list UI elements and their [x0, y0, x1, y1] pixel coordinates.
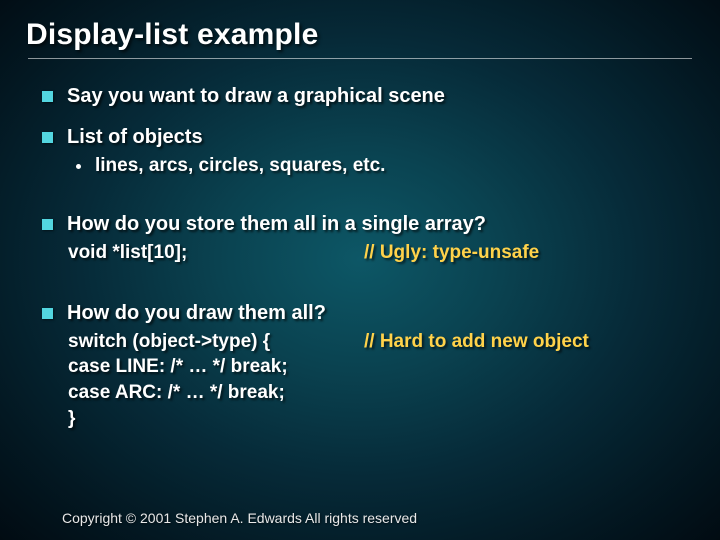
list-item: How do you store them all in a single ar…: [42, 213, 692, 266]
dot-bullet-icon: [76, 164, 81, 169]
sub-bullet-list: lines, arcs, circles, squares, etc.: [42, 155, 692, 177]
code-text: case ARC: /* … */ break;: [68, 380, 285, 406]
code-block: void *list[10]; // Ugly: type-unsafe: [68, 240, 692, 266]
bullet-text: How do you store them all in a single ar…: [67, 213, 486, 236]
list-item: Say you want to draw a graphical scene: [42, 85, 692, 108]
list-item: How do you draw them all? switch (object…: [42, 302, 692, 432]
square-bullet-icon: [42, 91, 53, 102]
bullet-text: How do you draw them all?: [67, 302, 326, 325]
code-text: switch (object->type) {: [68, 329, 364, 355]
list-item: List of objects lines, arcs, circles, sq…: [42, 126, 692, 177]
title-underline: [28, 58, 692, 59]
bullet-list: Say you want to draw a graphical scene L…: [28, 85, 692, 431]
code-text: void *list[10];: [68, 240, 364, 266]
bullet-text: List of objects: [67, 126, 203, 149]
spacer: [42, 284, 692, 302]
square-bullet-icon: [42, 308, 53, 319]
square-bullet-icon: [42, 219, 53, 230]
list-item: lines, arcs, circles, squares, etc.: [76, 155, 692, 177]
code-comment: // Hard to add new object: [364, 329, 589, 355]
code-text: }: [68, 406, 75, 432]
spacer: [42, 195, 692, 213]
slide: Display-list example Say you want to dra…: [0, 0, 720, 540]
sub-bullet-text: lines, arcs, circles, squares, etc.: [95, 155, 385, 177]
slide-title: Display-list example: [26, 18, 692, 52]
code-block: switch (object->type) { // Hard to add n…: [68, 329, 692, 432]
copyright-text: Copyright © 2001 Stephen A. Edwards All …: [62, 510, 417, 526]
bullet-text: Say you want to draw a graphical scene: [67, 85, 445, 108]
square-bullet-icon: [42, 132, 53, 143]
code-text: case LINE: /* … */ break;: [68, 354, 288, 380]
code-comment: // Ugly: type-unsafe: [364, 240, 539, 266]
